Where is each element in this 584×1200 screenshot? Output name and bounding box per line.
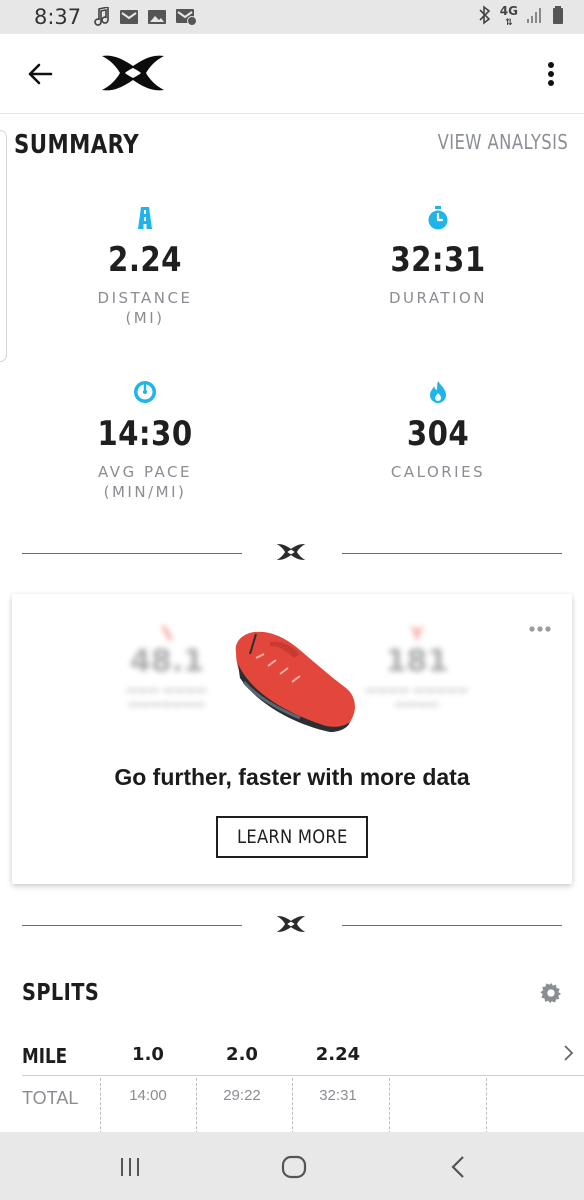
split-cell: 32:31 — [319, 1087, 357, 1104]
more-vertical-icon — [548, 62, 554, 86]
under-armour-logo — [100, 54, 166, 97]
split-cell: 29:22 — [223, 1087, 261, 1104]
home-icon — [281, 1155, 307, 1179]
distance-label: DISTANCE (MI) — [45, 288, 245, 328]
splits-unit-label: MILE — [22, 1044, 68, 1068]
column-separator — [486, 1078, 487, 1134]
edge-panel-handle[interactable] — [0, 130, 7, 362]
battery-icon — [552, 5, 564, 29]
column-separator — [100, 1078, 101, 1134]
table-row: TOTAL 14:00 29:22 32:31 — [22, 1076, 584, 1132]
system-navigation-bar — [0, 1132, 584, 1200]
split-column-header: 2.24 — [315, 1044, 361, 1065]
arrow-left-icon — [28, 63, 53, 85]
split-column-header: 2.0 — [226, 1044, 258, 1065]
column-separator — [196, 1078, 197, 1134]
blurred-stat-left: 48.1 ▬▬▬ ▬▬▬▬ ▬▬▬▬▬▬▬ — [112, 624, 222, 711]
recent-apps-button[interactable] — [108, 1152, 152, 1182]
flame-icon — [338, 378, 538, 406]
pace-value: 14:30 — [97, 414, 193, 454]
blurred-stat-right: 181 ▬▬▬▬ ▬▬▬▬▬ ▬▬▬▬ — [362, 624, 472, 711]
splits-row-label: TOTAL — [22, 1088, 79, 1108]
network-type-label: 4G — [499, 4, 518, 18]
column-separator — [292, 1078, 293, 1134]
promo-more-button[interactable] — [528, 620, 552, 638]
summary-header: SUMMARY VIEW ANALYSIS — [14, 130, 568, 162]
duration-label: DURATION — [388, 289, 488, 307]
bluetooth-icon — [478, 5, 492, 29]
gear-icon — [540, 982, 562, 1004]
more-options-button[interactable] — [536, 56, 566, 92]
promo-card: 48.1 ▬▬▬ ▬▬▬▬ ▬▬▬▬▬▬▬ 181 ▬▬▬▬ ▬▬▬▬▬ ▬▬▬▬ … — [12, 594, 572, 884]
pace-label-text: AVG PACE — [98, 463, 192, 481]
more-horizontal-icon — [529, 626, 551, 632]
road-icon — [45, 204, 245, 232]
pace-label: AVG PACE (MIN/MI) — [45, 462, 245, 502]
split-cell: 14:00 — [129, 1087, 167, 1104]
distance-unit: (MI) — [125, 309, 165, 327]
promo-headline: Go further, faster with more data — [114, 764, 470, 790]
notification-icons — [93, 7, 198, 27]
split-column-header: 1.0 — [132, 1044, 164, 1065]
running-shoe-image — [230, 624, 360, 739]
splits-title: SPLITS — [22, 980, 100, 1006]
under-armour-mini-logo — [276, 915, 306, 938]
learn-more-button[interactable]: LEARN MORE — [216, 816, 368, 858]
section-divider — [22, 915, 562, 935]
stat-pace: 14:30 AVG PACE (MIN/MI) — [45, 378, 245, 502]
learn-more-label: LEARN MORE — [236, 826, 348, 848]
summary-title: SUMMARY — [14, 130, 140, 160]
splits-header-row: MILE 1.0 2.0 2.24 — [22, 1034, 584, 1076]
music-note-icon — [93, 7, 111, 27]
section-divider — [22, 543, 562, 563]
chevron-right-icon[interactable] — [562, 1044, 574, 1067]
distance-value: 2.24 — [108, 240, 182, 280]
back-button[interactable] — [22, 56, 58, 92]
stat-distance: 2.24 DISTANCE (MI) — [45, 204, 245, 328]
pace-unit: (MIN/MI) — [103, 483, 187, 501]
duration-value: 32:31 — [390, 240, 486, 280]
under-armour-mini-logo — [276, 543, 306, 566]
distance-label-text: DISTANCE — [97, 289, 193, 307]
column-separator — [389, 1078, 390, 1134]
gmail-icon — [119, 9, 139, 25]
stat-calories: 304 CALORIES — [338, 378, 538, 482]
system-back-button[interactable] — [436, 1152, 480, 1182]
network-4g-icon: 4G ⇅ — [499, 4, 518, 28]
status-time: 8:37 — [34, 5, 82, 29]
stat-duration: 32:31 DURATION — [338, 204, 538, 308]
blurred-stat-left-value: 48.1 — [129, 644, 205, 679]
app-bar — [0, 34, 584, 114]
gallery-icon — [147, 9, 167, 25]
stopwatch-icon — [338, 204, 538, 232]
speedometer-icon — [45, 378, 245, 406]
splits-settings-button[interactable] — [540, 982, 562, 1009]
recent-apps-icon — [121, 1158, 139, 1176]
home-button[interactable] — [272, 1152, 316, 1182]
blurred-stat-right-value: 181 — [385, 644, 449, 679]
calories-value: 304 — [406, 414, 470, 454]
signal-icon — [526, 6, 544, 28]
status-bar: 8:37 4G ⇅ — [0, 0, 584, 34]
system-icons: 4G ⇅ — [478, 5, 564, 29]
mail-check-icon — [175, 8, 198, 26]
view-analysis-link[interactable]: VIEW ANALYSIS — [437, 130, 568, 154]
back-icon — [451, 1156, 464, 1178]
calories-label: CALORIES — [390, 463, 486, 481]
